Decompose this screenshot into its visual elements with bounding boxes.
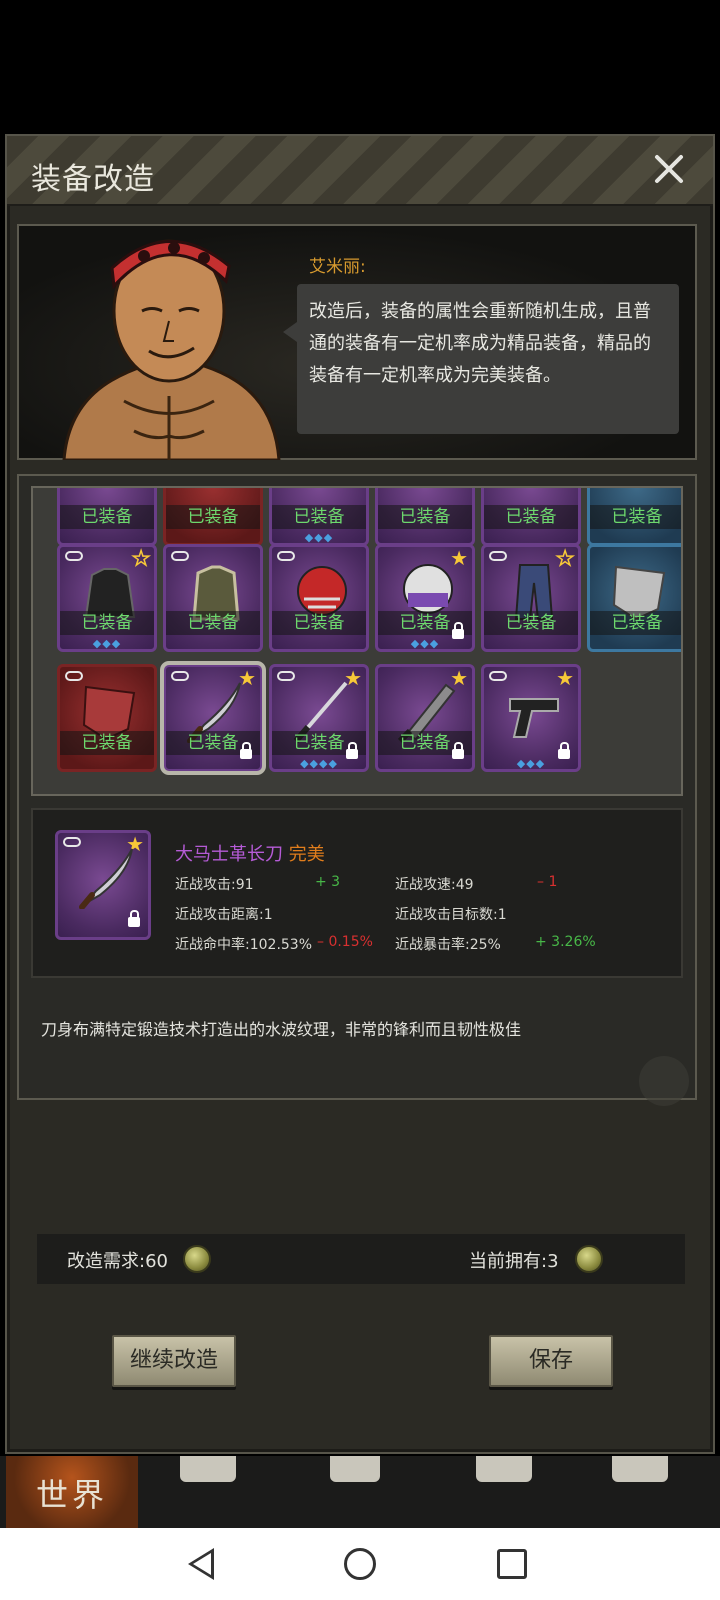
item-name-text: 大马士革长刀 bbox=[175, 844, 283, 865]
stat-melee-hit-delta: – 0.15% bbox=[317, 934, 373, 950]
item-detail-card: ★ 大马士革长刀 完美 近战攻击:91 + 3 近战攻速:49 – 1 近战攻击… bbox=[31, 808, 683, 978]
inventory-slot[interactable]: 已装备 bbox=[269, 544, 369, 652]
equipped-label: 已装备 bbox=[590, 505, 681, 529]
inventory-slot[interactable]: 已装备 bbox=[57, 488, 157, 546]
equipped-label: 已装备 bbox=[272, 505, 366, 529]
inventory-slot[interactable]: 已装备 bbox=[481, 488, 581, 546]
item-name: 大马士革长刀 完美 bbox=[175, 840, 325, 866]
lock-icon bbox=[128, 910, 140, 927]
inventory-slot[interactable]: 已装备 ◆◆◆ bbox=[269, 488, 369, 546]
required-cost: 改造需求:60 bbox=[67, 1251, 168, 1272]
equipment-grid[interactable]: 已装备 已装备 已装备 ◆◆◆ 已装备 已装备 已装备 ★ 已装备 ◆◆◆ 已装备 已装备 ★ 已装备 ◆◆… bbox=[31, 486, 683, 796]
npc-portrait bbox=[62, 239, 281, 460]
save-button[interactable]: 保存 bbox=[489, 1335, 613, 1387]
gem-sockets: ◆◆◆ bbox=[92, 637, 122, 650]
inventory-slot[interactable]: ★ 已装备 bbox=[375, 664, 475, 772]
inventory-slot[interactable]: 已装备 bbox=[375, 488, 475, 546]
stat-melee-speed: 近战攻速:49 bbox=[395, 877, 474, 893]
bottom-tab-bar: 世界 bbox=[0, 1456, 720, 1528]
stat-melee-targets: 近战攻击目标数:1 bbox=[395, 907, 507, 923]
item-description: 刀身布满特定锻造技术打造出的水波纹理，非常的锋利而且韧性极佳 bbox=[41, 1020, 522, 1039]
equipped-label: 已装备 bbox=[60, 505, 154, 529]
star-icon: ★ bbox=[450, 666, 468, 690]
equipped-label: 已装备 bbox=[484, 611, 578, 635]
inventory-slot[interactable]: ★ ◆◆◆ bbox=[481, 664, 581, 772]
link-icon bbox=[489, 551, 507, 561]
owned-amount: 当前拥有:3 bbox=[469, 1251, 559, 1272]
recent-apps-icon[interactable] bbox=[497, 1549, 527, 1579]
character-tab-icon[interactable] bbox=[330, 1456, 380, 1482]
star-icon: ★ bbox=[556, 666, 574, 690]
equipped-label: 已装备 bbox=[272, 611, 366, 635]
stat-melee-hit: 近战命中率:102.53% bbox=[175, 937, 313, 953]
bottle-cap-icon bbox=[183, 1245, 211, 1273]
continue-modify-button[interactable]: 继续改造 bbox=[112, 1335, 236, 1387]
link-icon bbox=[65, 671, 83, 681]
stat-melee-range: 近战攻击距离:1 bbox=[175, 907, 273, 923]
cost-bar: 改造需求:60 当前拥有:3 bbox=[37, 1234, 685, 1284]
npc-panel: 艾米丽: 改造后，装备的属性会重新随机生成，且普通的装备有一定机率成为精品装备，… bbox=[17, 224, 697, 460]
tab-world[interactable]: 世界 bbox=[6, 1456, 138, 1528]
equipped-label: 已装备 bbox=[60, 731, 154, 755]
equipped-label: 已装备 bbox=[166, 505, 260, 529]
equipped-label: 已装备 bbox=[166, 611, 260, 635]
damascus-sword-icon bbox=[79, 848, 133, 909]
link-icon bbox=[277, 551, 295, 561]
modal-title: 装备改造 bbox=[31, 162, 155, 197]
inventory-slot[interactable]: 已装备 bbox=[587, 488, 681, 546]
gem-sockets: ◆◆◆◆ bbox=[300, 757, 338, 770]
android-nav-bar bbox=[0, 1528, 720, 1600]
npc-name: 艾米丽: bbox=[309, 257, 366, 277]
star-icon: ★ bbox=[450, 546, 468, 570]
inventory-slot[interactable]: ★ 已装备 bbox=[160, 661, 266, 775]
radiation-icon bbox=[639, 1056, 689, 1106]
stat-melee-attack-delta: + 3 bbox=[315, 874, 341, 890]
inventory-slot[interactable]: 已装备 bbox=[587, 544, 681, 652]
status-bar-area bbox=[0, 0, 720, 134]
gem-sockets: ◆◆◆ bbox=[304, 531, 334, 544]
equipment-modify-modal: 装备改造 艾米丽: 改造后，装备的属性会重新随机生成，且普通的装备有一定机率成为… bbox=[5, 134, 715, 1454]
stat-melee-speed-delta: – 1 bbox=[537, 874, 558, 890]
star-outline-icon: ★ bbox=[131, 546, 150, 571]
home-icon[interactable] bbox=[344, 1548, 376, 1580]
star-icon: ★ bbox=[238, 666, 256, 690]
npc-dialog: 改造后，装备的属性会重新随机生成，且普通的装备有一定机率成为精品装备，精品的装备… bbox=[283, 284, 679, 434]
stat-melee-crit-delta: + 3.26% bbox=[535, 934, 596, 950]
link-icon bbox=[277, 671, 295, 681]
star-icon: ★ bbox=[344, 666, 362, 690]
link-icon bbox=[489, 671, 507, 681]
inventory-slot[interactable]: ★ 已装备 ◆◆◆◆ bbox=[269, 664, 369, 772]
equipped-label: 已装备 bbox=[484, 505, 578, 529]
gem-sockets: ◆◆◆ bbox=[516, 757, 546, 770]
link-icon bbox=[65, 551, 83, 561]
equipped-label: 已装备 bbox=[60, 611, 154, 635]
close-icon[interactable] bbox=[651, 150, 687, 186]
gem-sockets: ◆◆◆ bbox=[410, 637, 440, 650]
inventory-slot[interactable]: 已装备 bbox=[163, 544, 263, 652]
equipped-label: 已装备 bbox=[378, 505, 472, 529]
stat-melee-attack: 近战攻击:91 bbox=[175, 877, 254, 893]
inventory-panel: 已装备 已装备 已装备 ◆◆◆ 已装备 已装备 已装备 ★ 已装备 ◆◆◆ 已装备 已装备 ★ 已装备 ◆◆… bbox=[17, 474, 697, 1106]
crafting-tab-icon[interactable] bbox=[476, 1456, 532, 1482]
lock-icon bbox=[240, 742, 252, 759]
star-outline-icon: ★ bbox=[555, 546, 574, 571]
back-icon[interactable] bbox=[188, 1548, 214, 1580]
link-icon bbox=[171, 551, 189, 561]
lock-icon bbox=[452, 742, 464, 759]
equipped-label: 已装备 bbox=[590, 611, 681, 635]
stat-melee-crit: 近战暴击率:25% bbox=[395, 937, 501, 953]
inventory-slot[interactable]: ★ 已装备 bbox=[481, 544, 581, 652]
bottle-cap-icon bbox=[575, 1245, 603, 1273]
detail-item-slot: ★ bbox=[55, 830, 151, 940]
item-quality: 完美 bbox=[288, 844, 325, 865]
vehicle-tab-icon[interactable] bbox=[612, 1456, 668, 1482]
backpack-tab-icon[interactable] bbox=[180, 1456, 236, 1482]
link-icon bbox=[171, 671, 189, 681]
inventory-slot[interactable]: 已装备 bbox=[163, 488, 263, 546]
inventory-slot[interactable]: ★ 已装备 ◆◆◆ bbox=[57, 544, 157, 652]
inventory-slot[interactable]: ★ 已装备 ◆◆◆ bbox=[375, 544, 475, 652]
inventory-slot[interactable]: 已装备 bbox=[57, 664, 157, 772]
